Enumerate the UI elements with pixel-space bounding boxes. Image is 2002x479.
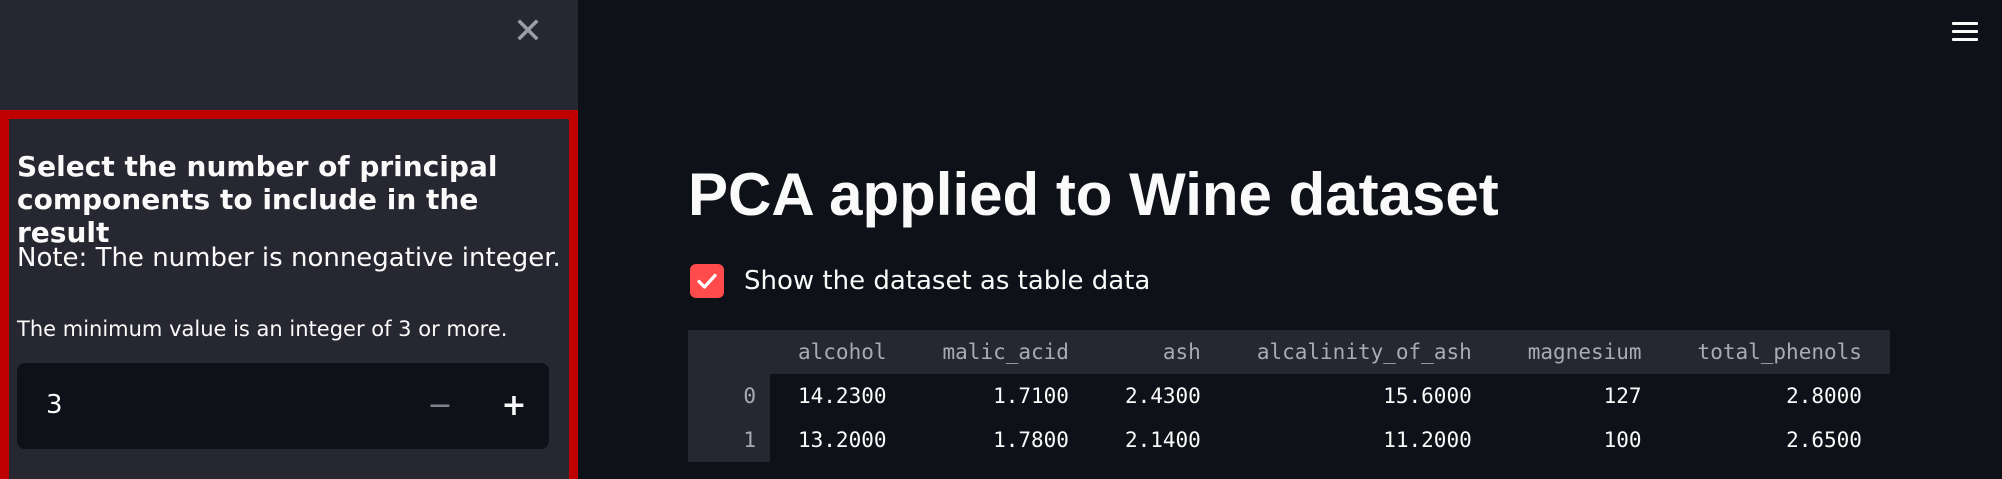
index-header — [688, 330, 770, 374]
show-table-checkbox-row[interactable]: Show the dataset as table data — [690, 263, 1150, 299]
column-header[interactable]: alcalinity_of_ash — [1228, 330, 1500, 374]
sidebar: ✕ Select the number of principal compone… — [0, 0, 578, 479]
table-header-row: alcohol malic_acid ash alcalinity_of_ash… — [688, 330, 1890, 374]
checkbox-label: Show the dataset as table data — [744, 266, 1151, 296]
close-icon: ✕ — [512, 11, 544, 52]
table-row: 0 14.2300 1.7100 2.4300 15.6000 127 2.80… — [688, 374, 1890, 418]
table-cell: 2.8000 — [1786, 384, 1862, 408]
hamburger-menu-icon[interactable] — [1950, 18, 1980, 48]
increment-button[interactable]: + — [491, 383, 537, 429]
table-cell: 15.6000 — [1383, 384, 1472, 408]
show-table-checkbox[interactable] — [690, 264, 724, 298]
column-header[interactable]: ash — [1096, 330, 1229, 374]
close-sidebar-button[interactable]: ✕ — [510, 14, 546, 50]
number-input-value[interactable]: 3 — [46, 390, 63, 420]
table-cell: 14.2300 — [798, 384, 887, 408]
decrement-button[interactable]: − — [417, 383, 463, 429]
page-title: PCA applied to Wine dataset — [688, 161, 1499, 228]
column-header[interactable]: total_phenols — [1669, 330, 1890, 374]
table-cell: 100 — [1603, 428, 1642, 452]
table-cell: 2.6500 — [1786, 428, 1862, 452]
column-header[interactable]: magnesium — [1499, 330, 1670, 374]
column-header[interactable]: alcohol — [770, 330, 915, 374]
sidebar-title: Select the number of principal component… — [17, 150, 498, 249]
sidebar-min-text: The minimum value is an integer of 3 or … — [17, 317, 508, 341]
table-cell: 2.4300 — [1124, 384, 1201, 408]
column-header[interactable]: malic_acid — [914, 330, 1097, 374]
table-cell: 127 — [1603, 384, 1642, 408]
table-cell: 1.7800 — [993, 428, 1069, 452]
components-number-input[interactable]: 3 − + — [17, 363, 549, 449]
table-cell: 1.7100 — [993, 384, 1069, 408]
table-row: 1 13.2000 1.7800 2.1400 11.2000 100 2.65… — [688, 418, 1890, 462]
row-index: 0 — [688, 374, 770, 418]
table-cell: 11.2000 — [1383, 428, 1472, 452]
row-index: 1 — [688, 418, 770, 462]
check-icon — [697, 273, 717, 289]
table-cell: 13.2000 — [798, 428, 887, 452]
table-cell: 2.1400 — [1124, 428, 1201, 452]
sidebar-note: Note: The number is nonnegative integer. — [17, 243, 561, 273]
dataset-table: alcohol malic_acid ash alcalinity_of_ash… — [688, 330, 1908, 479]
